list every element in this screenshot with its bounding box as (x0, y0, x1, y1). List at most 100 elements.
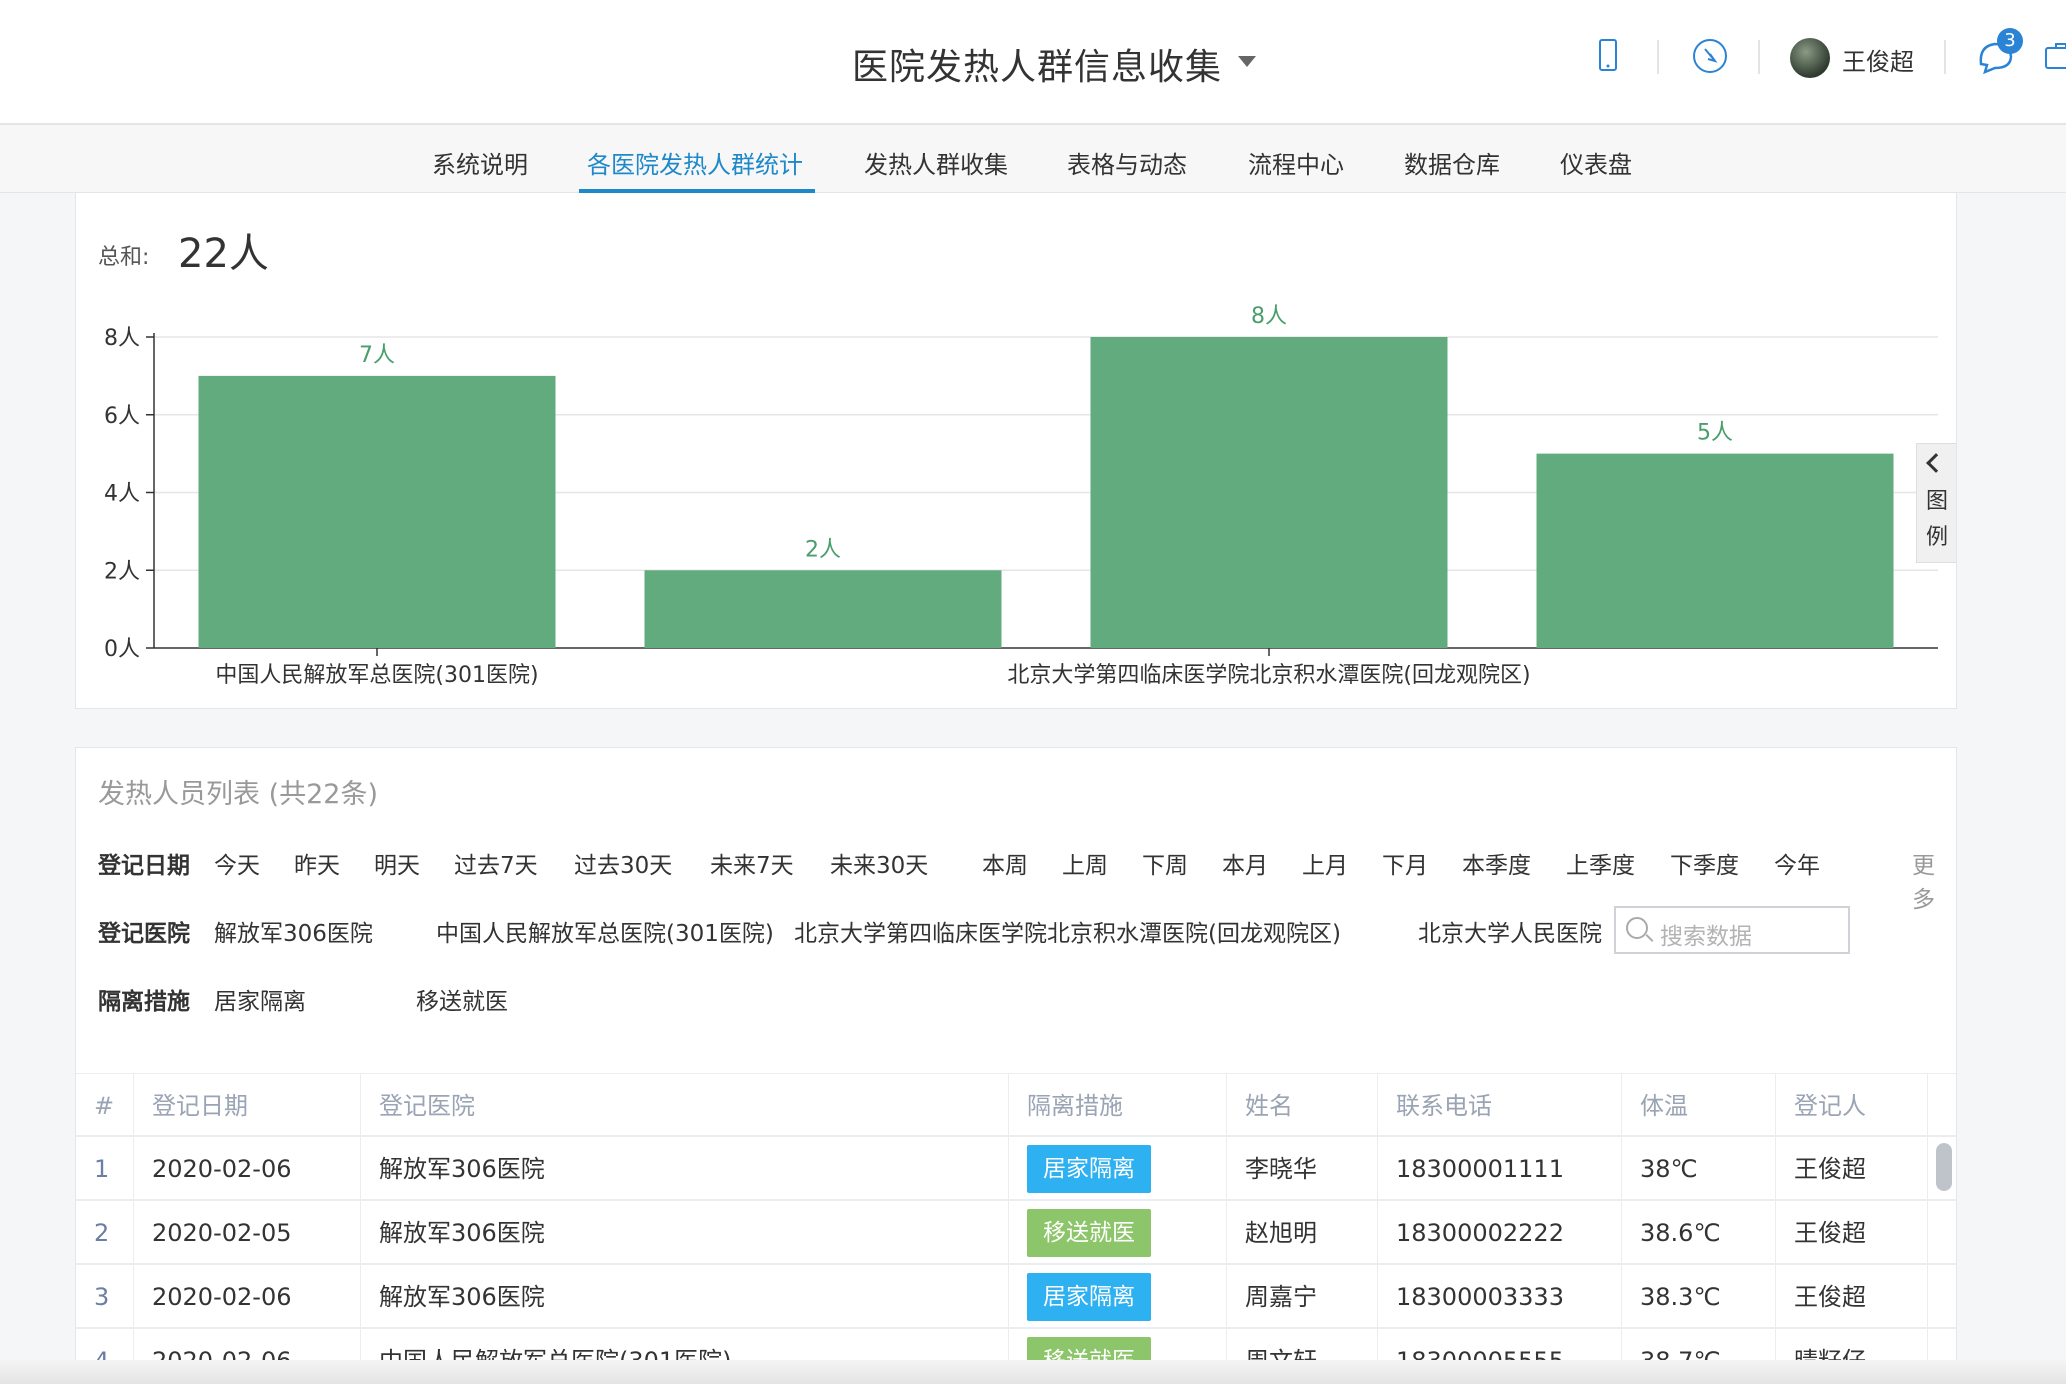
legend-toggle[interactable]: 图例 (1916, 443, 1956, 563)
briefcase-icon[interactable] (2040, 34, 2066, 78)
table-cell-measure: 居家隔离 (1009, 1265, 1227, 1329)
date-filter-option[interactable]: 今天 (214, 846, 260, 880)
table-row[interactable]: 1 2020-02-06 解放军306医院 居家隔离 李晓华 18300001111 38℃… (76, 1137, 1956, 1201)
more-filter-link[interactable]: 更多 (1912, 846, 1948, 914)
y-tick-label: 8人 (104, 326, 140, 351)
date-filter-label: 登记日期 (98, 853, 190, 879)
date-filter-option[interactable]: 本周 (982, 846, 1028, 880)
table-cell-date: 2020-02-06 (134, 1137, 361, 1201)
date-filter-option[interactable]: 上月 (1302, 846, 1348, 880)
date-filter-option[interactable]: 过去30天 (574, 846, 672, 880)
app-title[interactable]: 医院发热人群信息收集 (852, 38, 1222, 90)
column-header[interactable]: 登记医院 (361, 1074, 1009, 1138)
date-filter-option[interactable]: 今年 (1774, 846, 1820, 880)
avatar[interactable] (1790, 38, 1830, 78)
column-header[interactable]: 登记人 (1776, 1074, 1928, 1138)
column-header[interactable]: 登记日期 (134, 1074, 361, 1138)
table-cell-phone: 18300003333 (1378, 1265, 1622, 1329)
bar (1536, 453, 1894, 648)
table-cell-hospital: 解放军306医院 (361, 1137, 1009, 1201)
table-cell-date: 2020-02-05 (134, 1201, 361, 1265)
table-cell-hospital: 解放军306医院 (361, 1201, 1009, 1265)
search-icon (1626, 917, 1648, 939)
chevron-left-icon (1926, 453, 1946, 473)
nav-item-dashboard[interactable]: 仪表盘 (1560, 145, 1632, 180)
table-cell-date: 2020-02-06 (134, 1265, 361, 1329)
table-cell-recorder: 王俊超 (1776, 1201, 1928, 1265)
date-filter-option[interactable]: 未来30天 (830, 846, 928, 880)
bar-value-label: 7人 (359, 343, 395, 368)
table-row[interactable]: 2 2020-02-05 解放军306医院 移送就医 赵旭明 18300002222 38.… (76, 1201, 1956, 1265)
bar-value-label: 5人 (1697, 421, 1733, 446)
column-header[interactable]: 隔离措施 (1009, 1074, 1227, 1138)
chart-panel: 总和: 22人 0人 2人 4人 6人 8人 7人 中国人民解放军总医院(301医院) 2人 8… (75, 193, 1957, 709)
table-cell-hospital: 解放军306医院 (361, 1265, 1009, 1329)
table-cell-phone: 18300002222 (1378, 1201, 1622, 1265)
table-cell-idx: 2 (76, 1201, 134, 1265)
date-filter-option[interactable]: 上周 (1062, 846, 1108, 880)
bar-chart: 0人 2人 4人 6人 8人 7人中国人民解放军总医院(301医院) 2人 8人北京大学第四临… (104, 304, 1938, 688)
x-category-label: 中国人民解放军总医院(301医院) (215, 663, 538, 688)
top-header: 医院发热人群信息收集 王俊超 3 (0, 0, 2066, 125)
bar (198, 375, 556, 648)
nav-item-data-warehouse[interactable]: 数据仓库 (1404, 145, 1500, 180)
list-panel: 发热人员列表 (共22条) 登记日期 今天 昨天 明天 过去7天 过去30天 未来7天 未来… (75, 747, 1957, 1384)
table-row[interactable]: 3 2020-02-06 解放军306医院 居家隔离 周嘉宁 18300003333 38.… (76, 1265, 1956, 1329)
hospital-filter-option[interactable]: 北京大学人民医院 (1418, 914, 1602, 948)
nav-item-workflow[interactable]: 流程中心 (1248, 145, 1344, 180)
column-header[interactable]: 姓名 (1227, 1074, 1378, 1138)
legend-toggle-label: 图例 (1926, 489, 1949, 550)
table-header: # 登记日期 登记医院 隔离措施 姓名 联系电话 体温 登记人 (76, 1073, 1956, 1138)
nav-item-fever-collection[interactable]: 发热人群收集 (864, 145, 1008, 180)
compass-icon[interactable] (1688, 34, 1732, 78)
measure-tag: 移送就医 (1027, 1209, 1151, 1257)
search-input[interactable]: 搜索数据 (1614, 906, 1850, 954)
y-tick-label: 2人 (104, 559, 140, 584)
column-header[interactable]: 体温 (1622, 1074, 1776, 1138)
table-cell-temp: 38℃ (1622, 1137, 1776, 1201)
nav-item-tables[interactable]: 表格与动态 (1067, 145, 1187, 180)
table-cell-measure: 居家隔离 (1009, 1137, 1227, 1201)
table-cell-measure: 移送就医 (1009, 1201, 1227, 1265)
table-cell-idx: 3 (76, 1265, 134, 1329)
hospital-filter-option[interactable]: 中国人民解放军总医院(301医院) (436, 914, 774, 948)
table-cell-idx: 1 (76, 1137, 134, 1201)
measure-filter-label: 隔离措施 (98, 989, 190, 1015)
date-filter-option[interactable]: 未来7天 (710, 846, 794, 880)
bottom-fade (0, 1360, 2066, 1384)
bar (644, 570, 1002, 648)
column-header[interactable]: 联系电话 (1378, 1074, 1622, 1138)
header-separator (1944, 40, 1946, 74)
table-cell-name: 周嘉宁 (1227, 1265, 1378, 1329)
main-nav: 系统说明 各医院发热人群统计 发热人群收集 表格与动态 流程中心 数据仓库 仪表… (0, 125, 2066, 193)
date-filter-option[interactable]: 上季度 (1566, 846, 1635, 880)
title-dropdown-icon[interactable] (1238, 56, 1256, 67)
date-filter-option[interactable]: 昨天 (294, 846, 340, 880)
nav-item-system-description[interactable]: 系统说明 (432, 145, 528, 180)
table-cell-recorder: 王俊超 (1776, 1265, 1928, 1329)
date-filter-option[interactable]: 下季度 (1670, 846, 1739, 880)
hospital-filter-option[interactable]: 解放军306医院 (214, 914, 373, 948)
notification-badge: 3 (1997, 28, 2023, 54)
measure-tag: 居家隔离 (1027, 1145, 1151, 1193)
date-filter-option[interactable]: 下月 (1382, 846, 1428, 880)
table-cell-temp: 38.6℃ (1622, 1201, 1776, 1265)
date-filter-option[interactable]: 本季度 (1462, 846, 1531, 880)
header-separator (1758, 40, 1760, 74)
measure-filter-option[interactable]: 移送就医 (416, 982, 508, 1016)
date-filter-option[interactable]: 过去7天 (454, 846, 538, 880)
date-filter-row: 登记日期 今天 昨天 明天 过去7天 过去30天 未来7天 未来30天 本周 上周 下周 本月 上月下… (98, 846, 1948, 913)
mobile-icon[interactable] (1586, 34, 1630, 78)
hospital-filter-option[interactable]: 北京大学第四临床医学院北京积水潭医院(回龙观院区) (794, 914, 1341, 948)
y-tick-label: 0人 (104, 637, 140, 662)
user-name[interactable]: 王俊超 (1842, 42, 1914, 77)
hospital-filter-label: 登记医院 (98, 921, 190, 947)
date-filter-option[interactable]: 下周 (1142, 846, 1188, 880)
table-scrollbar[interactable] (1936, 1143, 1952, 1191)
date-filter-option[interactable]: 明天 (374, 846, 420, 880)
nav-item-hospital-stats[interactable]: 各医院发热人群统计 (587, 145, 803, 180)
table-cell-temp: 38.3℃ (1622, 1265, 1776, 1329)
date-filter-option[interactable]: 本月 (1222, 846, 1268, 880)
column-header[interactable]: # (76, 1074, 134, 1138)
measure-filter-option[interactable]: 居家隔离 (214, 982, 306, 1016)
